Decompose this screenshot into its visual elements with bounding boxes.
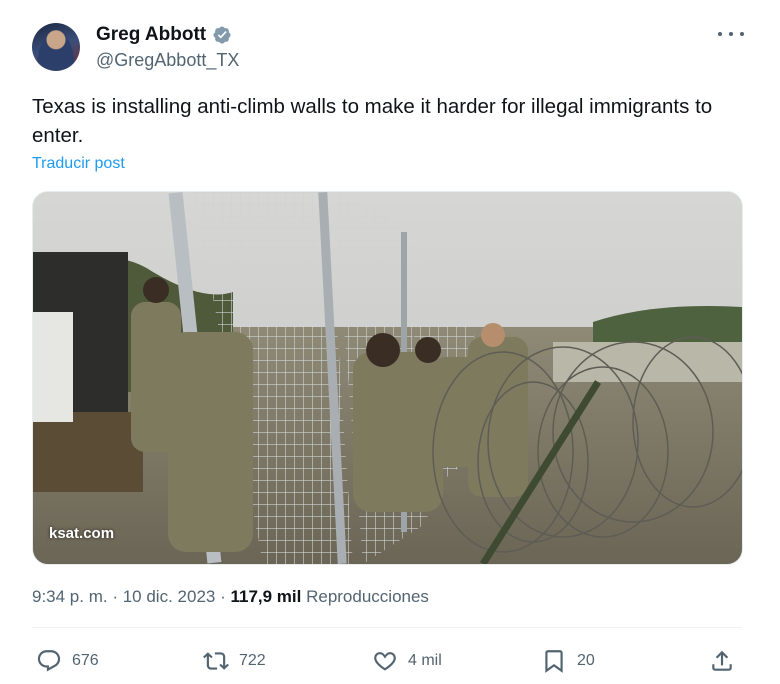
view-count: 117,9 mil (230, 587, 302, 606)
reply-count: 676 (72, 652, 99, 669)
author-avatar[interactable] (32, 23, 80, 71)
post-text: Texas is installing anti-climb walls to … (32, 95, 713, 147)
author-name[interactable]: Greg Abbott (96, 24, 206, 46)
post-meta: 9:34 p. m. · 10 dic. 2023 · 117,9 mil Re… (32, 587, 429, 607)
reply-button[interactable]: 676 (36, 648, 99, 674)
views-label: Reproducciones (301, 587, 429, 606)
heart-icon (374, 652, 396, 671)
like-count: 4 mil (408, 652, 442, 669)
post-time[interactable]: 9:34 p. m. (32, 587, 108, 606)
verified-badge-icon (213, 26, 231, 44)
share-button[interactable] (709, 648, 735, 674)
post-media-image[interactable]: ksat.com (32, 191, 743, 565)
bookmark-count: 20 (577, 652, 595, 669)
share-icon (712, 650, 732, 671)
more-options-icon[interactable] (718, 24, 744, 44)
repost-count: 722 (239, 652, 266, 669)
like-button[interactable]: 4 mil (372, 648, 442, 674)
repost-button[interactable]: 722 (203, 648, 266, 674)
author-handle[interactable]: @GregAbbott_TX (96, 50, 239, 71)
post-date[interactable]: 10 dic. 2023 (123, 587, 216, 606)
media-watermark: ksat.com (49, 525, 115, 542)
repost-icon (203, 652, 229, 670)
divider (32, 627, 742, 628)
meta-separator: · (215, 587, 231, 606)
author-name-row[interactable]: Greg Abbott (96, 24, 232, 46)
translate-post-link[interactable]: Traducir post (32, 155, 125, 173)
bookmark-icon (545, 650, 563, 673)
meta-separator: · (107, 587, 123, 606)
bookmark-button[interactable]: 20 (541, 648, 595, 674)
reply-icon (37, 650, 61, 672)
border-fence-photo (33, 192, 742, 564)
